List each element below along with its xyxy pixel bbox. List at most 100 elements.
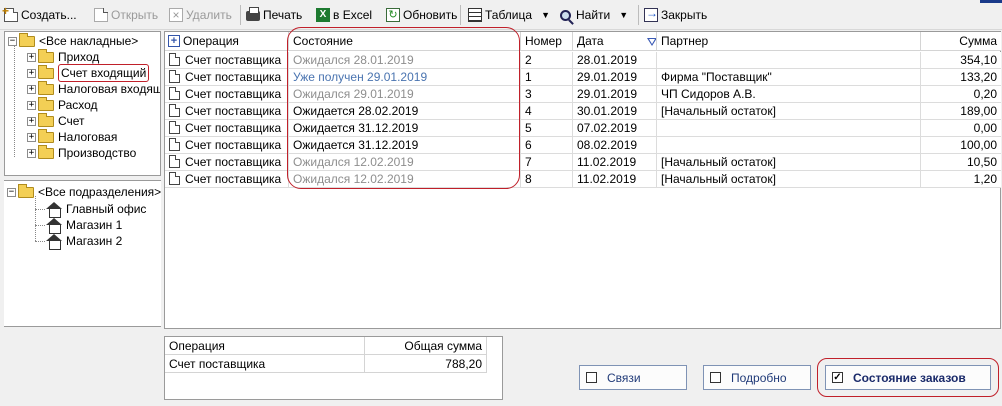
- column-header-state[interactable]: Состояние: [289, 32, 521, 51]
- invoice-tree[interactable]: − <Все накладные> + Приход + Счет входящий …: [4, 31, 161, 176]
- delete-button[interactable]: × Удалить: [169, 5, 232, 25]
- checkbox-unchecked-icon[interactable]: [586, 372, 597, 383]
- cell-state: Ожидался 12.02.2019: [289, 171, 521, 188]
- division-tree[interactable]: − <Все подразделения> Главный офис Магази…: [4, 180, 161, 326]
- cell-number: 8: [521, 171, 573, 188]
- cell-number: 4: [521, 103, 573, 120]
- column-header-partner[interactable]: Партнер: [657, 32, 921, 51]
- tree-root-all-divisions[interactable]: − <Все подразделения>: [7, 183, 161, 200]
- cell-date-text: 30.01.2019: [577, 104, 638, 118]
- refresh-button[interactable]: ↻ Обновить: [386, 5, 457, 25]
- cell-number-text: 5: [525, 121, 532, 135]
- cell-sum-text: 133,20: [960, 70, 997, 84]
- close-button[interactable]: Закрыть: [644, 5, 707, 25]
- expand-icon[interactable]: +: [27, 68, 36, 78]
- printer-icon: [246, 7, 260, 21]
- tree-item-incoming-tax[interactable]: + Налоговая входящ: [27, 80, 160, 97]
- table-row[interactable]: Счет поставщика Уже получен 29.01.2019 1 29…: [165, 69, 1001, 86]
- cell-partner: Фирма "Поставщик": [657, 69, 921, 86]
- order-state-highlight: [817, 358, 999, 397]
- tree-root-all-invoices[interactable]: − <Все накладные>: [8, 32, 138, 49]
- cell-date-text: 07.02.2019: [577, 121, 638, 135]
- table-row[interactable]: Счет поставщика Ожидается 31.12.2019 5 07.0…: [165, 120, 1001, 137]
- expand-icon[interactable]: +: [27, 132, 36, 142]
- tree-item-production[interactable]: + Производство: [27, 144, 136, 161]
- cell-state-text: Ожидался 28.01.2019: [293, 53, 414, 67]
- cell-partner-text: ЧП Сидоров А.В.: [661, 87, 756, 101]
- cell-operation: Счет поставщика: [165, 154, 289, 171]
- table-row[interactable]: Счет поставщика Ожидался 12.02.2019 8 11.02…: [165, 171, 1001, 188]
- find-button[interactable]: Найти ▼: [560, 5, 628, 25]
- cell-number-text: 4: [525, 104, 532, 118]
- collapse-icon[interactable]: −: [8, 36, 17, 46]
- cell-partner-text: [Начальный остаток]: [661, 172, 776, 186]
- expand-icon[interactable]: +: [27, 100, 36, 110]
- expand-icon[interactable]: +: [27, 52, 36, 62]
- cell-number-text: 8: [525, 172, 532, 186]
- expand-icon[interactable]: +: [27, 84, 36, 94]
- cell-number: 3: [521, 86, 573, 103]
- cell-sum: 354,10: [921, 52, 1001, 69]
- cell-date-text: 11.02.2019: [577, 155, 637, 169]
- create-button[interactable]: Создать...: [2, 4, 77, 25]
- details-toggle[interactable]: Подробно: [703, 365, 811, 390]
- summary-cell-operation: Счет поставщика: [165, 355, 365, 373]
- chevron-down-icon[interactable]: ▼: [541, 10, 550, 20]
- column-header-number[interactable]: Номер: [521, 32, 573, 51]
- tree-item-invoice[interactable]: + Счет: [27, 112, 85, 129]
- tree-item-prihod[interactable]: + Приход: [27, 48, 99, 65]
- column-header-operation[interactable]: + Операция: [165, 32, 289, 51]
- cell-operation-text: Счет поставщика: [185, 53, 282, 67]
- folder-icon: [38, 48, 54, 63]
- excel-button[interactable]: Xв Excel: [316, 5, 372, 25]
- cell-operation: Счет поставщика: [165, 103, 289, 120]
- table-icon: [468, 8, 482, 22]
- tree-item-main-office[interactable]: Главный офис: [46, 201, 146, 218]
- cell-partner-text: [Начальный остаток]: [661, 104, 776, 118]
- cell-partner: [657, 137, 921, 154]
- summary-header-operation: Операция: [165, 337, 365, 355]
- column-header-date[interactable]: Дата: [573, 32, 657, 51]
- table-row[interactable]: Счет поставщика Ожидается 31.12.2019 6 08.0…: [165, 137, 1001, 154]
- cell-date-text: 08.02.2019: [577, 138, 638, 152]
- folder-icon: [38, 144, 54, 159]
- summary-table[interactable]: Операция Общая сумма Счет поставщика 788…: [164, 336, 503, 400]
- cell-sum-text: 1,20: [973, 172, 997, 186]
- open-button[interactable]: Открыть: [94, 5, 158, 25]
- add-icon[interactable]: +: [168, 35, 180, 47]
- tree-item-incoming-invoice[interactable]: + Счет входящий: [27, 64, 150, 82]
- invoice-grid[interactable]: + Операция Состояние Номер Дата Партнер С…: [164, 31, 1001, 329]
- table-button[interactable]: Таблица ▼: [468, 5, 550, 25]
- table-row[interactable]: Счет поставщика Ожидался 12.02.2019 7 11.02…: [165, 154, 1001, 171]
- checkbox-unchecked-icon[interactable]: [710, 372, 721, 383]
- folder-icon: [38, 96, 54, 111]
- expand-icon[interactable]: +: [27, 116, 36, 126]
- cell-state-text: Ожидался 12.02.2019: [293, 155, 414, 169]
- cell-state-text: Ожидается 31.12.2019: [293, 138, 419, 152]
- chevron-down-icon[interactable]: ▼: [619, 10, 628, 20]
- tree-item-rashod[interactable]: + Расход: [27, 96, 98, 113]
- new-document-icon: [2, 4, 18, 22]
- cell-sum-text: 0,20: [973, 87, 997, 101]
- table-row[interactable]: Счет поставщика Ожидался 28.01.2019 2 28.01…: [165, 52, 1001, 69]
- folder-icon: [38, 64, 54, 79]
- collapse-icon[interactable]: −: [7, 187, 16, 197]
- table-row[interactable]: Счет поставщика Ожидается 28.02.2019 4 30.0…: [165, 103, 1001, 120]
- table-row[interactable]: Счет поставщика Ожидался 29.01.2019 3 29.01…: [165, 86, 1001, 103]
- document-icon: [169, 104, 180, 117]
- print-button[interactable]: Печать: [246, 5, 302, 25]
- cell-state: Ожидается 31.12.2019: [289, 137, 521, 154]
- links-toggle[interactable]: Связи: [579, 365, 687, 390]
- expand-icon[interactable]: +: [27, 148, 36, 158]
- cell-number: 2: [521, 52, 573, 69]
- tree-item-shop-1[interactable]: Магазин 1: [46, 217, 122, 234]
- cell-date: 30.01.2019: [573, 103, 657, 120]
- cell-partner-text: Фирма "Поставщик": [661, 70, 772, 84]
- column-header-sum[interactable]: Сумма: [921, 32, 1001, 51]
- cell-state: Уже получен 29.01.2019: [289, 69, 521, 86]
- document-icon: [169, 172, 180, 185]
- cell-partner: [657, 52, 921, 69]
- tree-item-tax[interactable]: + Налоговая: [27, 128, 117, 145]
- tree-item-shop-2[interactable]: Магазин 2: [46, 233, 122, 250]
- excel-icon: X: [316, 8, 330, 22]
